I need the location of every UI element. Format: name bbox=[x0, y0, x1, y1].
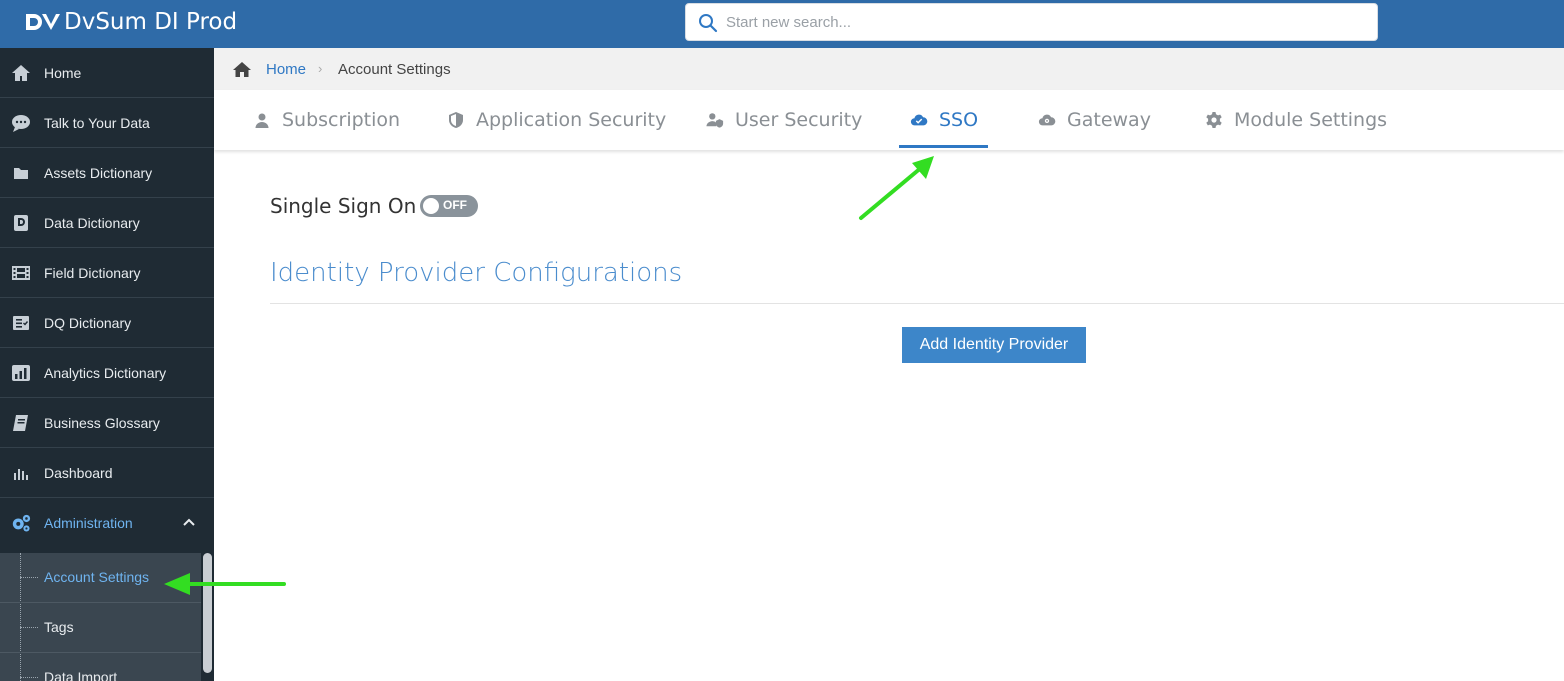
tab-label: Module Settings bbox=[1234, 109, 1388, 131]
sidebar-item-label: Dashboard bbox=[44, 464, 113, 481]
sidebar-item-label: Home bbox=[44, 64, 82, 81]
shield-icon bbox=[446, 110, 466, 130]
sidebar-item-label: Administration bbox=[44, 515, 133, 531]
section-divider bbox=[270, 303, 1564, 304]
single-sign-on-label: Single Sign On bbox=[270, 194, 417, 218]
sidebar-item-talk-to-your-data[interactable]: Talk to Your Data bbox=[0, 98, 214, 148]
chat-icon bbox=[10, 112, 32, 134]
gears-icon bbox=[10, 512, 32, 534]
cloud-icon bbox=[909, 110, 929, 130]
annotation-arrow-sso bbox=[859, 156, 934, 220]
film-icon bbox=[10, 262, 32, 284]
sidebar-item-assets-dictionary[interactable]: Assets Dictionary bbox=[0, 148, 214, 198]
home-icon bbox=[10, 62, 32, 84]
bar-chart-icon bbox=[10, 362, 32, 384]
sidebar-subitem-tags[interactable]: Tags bbox=[0, 603, 201, 653]
tab-gateway[interactable]: Gateway bbox=[1037, 90, 1151, 150]
folder-icon bbox=[10, 162, 32, 184]
tab-subscription[interactable]: Subscription bbox=[252, 90, 400, 150]
dvsum-logo[interactable] bbox=[24, 10, 60, 34]
sidebar-item-analytics-dictionary[interactable]: Analytics Dictionary bbox=[0, 348, 214, 398]
add-identity-provider-button[interactable]: Add Identity Provider bbox=[902, 327, 1086, 363]
tab-label: User Security bbox=[735, 109, 863, 131]
checklist-icon bbox=[10, 312, 32, 334]
sidebar-subitem-label: Data Import bbox=[44, 669, 118, 681]
tab-label: Gateway bbox=[1067, 109, 1151, 131]
breadcrumb-separator: › bbox=[318, 61, 323, 76]
identity-provider-section-title: Identity Provider Configurations bbox=[270, 258, 683, 288]
sidebar-item-label: Business Glossary bbox=[44, 414, 160, 431]
gear-icon bbox=[1204, 110, 1224, 130]
sidebar-item-label: Assets Dictionary bbox=[44, 164, 153, 181]
sidebar-item-business-glossary[interactable]: Business Glossary bbox=[0, 398, 214, 448]
sidebar-item-dashboard[interactable]: Dashboard bbox=[0, 448, 214, 498]
breadcrumb: Home › Account Settings bbox=[214, 48, 1564, 90]
dashboard-icon bbox=[10, 462, 32, 484]
sidebar-item-label: Field Dictionary bbox=[44, 264, 141, 281]
toggle-knob bbox=[423, 198, 439, 214]
app-title: DvSum DI Prod bbox=[64, 9, 238, 35]
cloud-gear-icon bbox=[1037, 110, 1057, 130]
sidebar-item-dq-dictionary[interactable]: DQ Dictionary bbox=[0, 298, 214, 348]
tab-label: SSO bbox=[939, 109, 979, 131]
sidebar-subitem-label: Account Settings bbox=[44, 569, 150, 585]
tab-module-settings[interactable]: Module Settings bbox=[1204, 90, 1387, 150]
breadcrumb-current: Account Settings bbox=[338, 61, 451, 78]
sidebar-subitem-data-import[interactable]: Data Import bbox=[0, 653, 201, 681]
settings-tabs: Subscription Application Security User S… bbox=[214, 90, 1564, 150]
sidebar-scrollbar[interactable] bbox=[203, 553, 212, 673]
breadcrumb-home-link[interactable]: Home bbox=[266, 61, 306, 78]
tree-connector bbox=[20, 677, 38, 678]
user-shield-icon bbox=[705, 110, 725, 130]
sidebar-subitem-account-settings[interactable]: Account Settings bbox=[0, 553, 201, 603]
sidebar-subitem-label: Tags bbox=[44, 619, 74, 635]
user-icon bbox=[252, 110, 272, 130]
tree-connector bbox=[20, 577, 38, 578]
administration-submenu-panel: Account Settings Tags Data Import bbox=[0, 553, 201, 681]
sidebar-item-label: DQ Dictionary bbox=[44, 314, 132, 331]
sso-toggle[interactable]: OFF bbox=[420, 195, 478, 217]
tab-application-security[interactable]: Application Security bbox=[446, 90, 666, 150]
toggle-state-text: OFF bbox=[443, 198, 467, 212]
sidebar-item-label: Analytics Dictionary bbox=[44, 364, 167, 381]
search-box[interactable] bbox=[685, 3, 1378, 41]
search-input[interactable] bbox=[726, 4, 1366, 40]
sidebar-item-label: Talk to Your Data bbox=[44, 114, 150, 131]
book-d-icon bbox=[10, 212, 32, 234]
logo-icon bbox=[26, 14, 60, 30]
glossary-icon bbox=[10, 412, 32, 434]
tab-label: Subscription bbox=[282, 109, 401, 131]
sidebar-item-field-dictionary[interactable]: Field Dictionary bbox=[0, 248, 214, 298]
sidebar-item-label: Data Dictionary bbox=[44, 214, 140, 231]
sidebar-item-data-dictionary[interactable]: Data Dictionary bbox=[0, 198, 214, 248]
tab-label: Application Security bbox=[476, 109, 667, 131]
top-bar: DvSum DI Prod bbox=[0, 0, 1564, 48]
search-icon bbox=[699, 14, 718, 33]
tab-sso[interactable]: SSO bbox=[898, 90, 989, 150]
sidebar-item-administration[interactable]: Administration bbox=[0, 498, 214, 548]
home-icon[interactable] bbox=[232, 61, 252, 78]
tree-connector bbox=[20, 627, 38, 628]
chevron-up-icon[interactable] bbox=[182, 516, 196, 530]
sidebar-item-home[interactable]: Home bbox=[0, 48, 214, 98]
tab-user-security[interactable]: User Security bbox=[705, 90, 862, 150]
